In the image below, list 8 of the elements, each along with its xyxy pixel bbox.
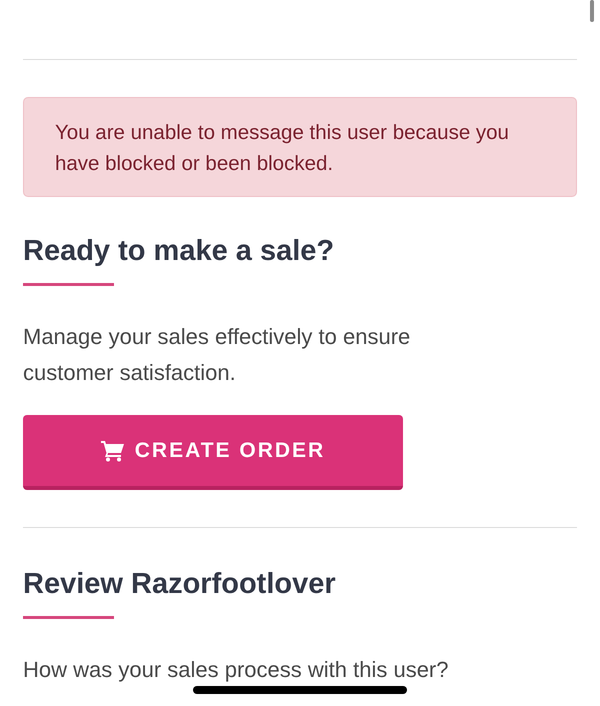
section-text: Manage your sales effectively to ensure customer satisfaction. xyxy=(23,323,412,387)
cart-icon xyxy=(100,440,125,462)
alert-message: You are unable to message this user because you have blocked or been blocked. xyxy=(23,97,577,197)
scrollbar xyxy=(590,0,594,22)
create-order-button[interactable]: CREATE ORDER xyxy=(23,415,403,490)
section-heading: Review Razorfootlover xyxy=(23,567,336,602)
section-heading: Ready to make a sale? xyxy=(23,234,334,269)
section-text: How was your sales process with this user? xyxy=(23,657,450,683)
